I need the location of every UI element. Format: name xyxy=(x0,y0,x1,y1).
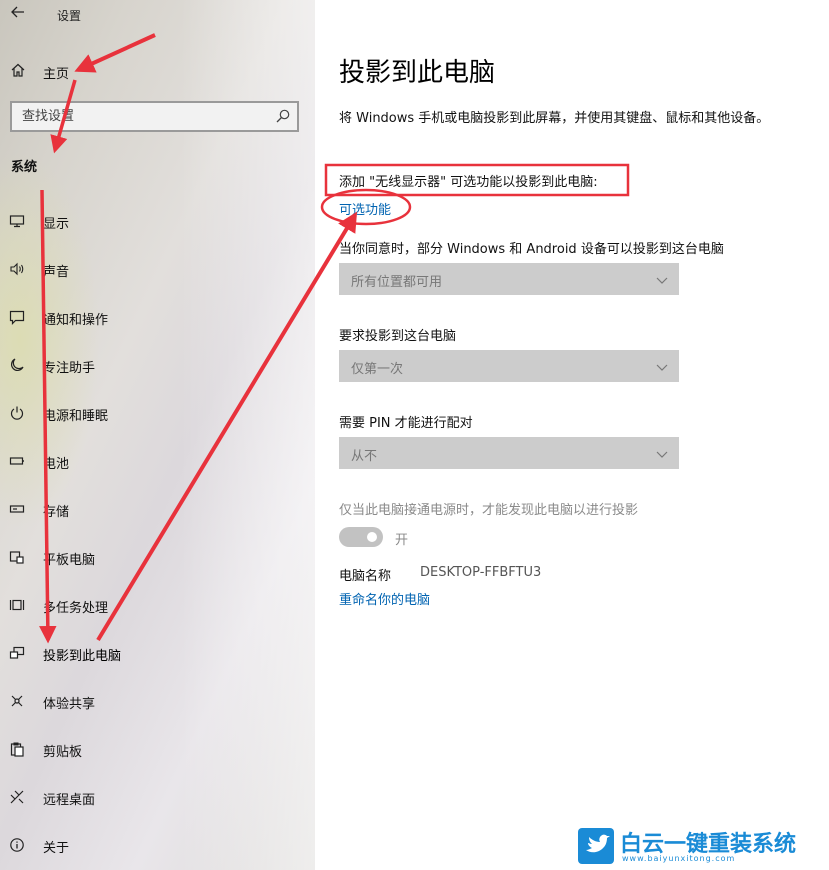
sidebar-item-battery[interactable]: 电池 xyxy=(0,445,315,479)
storage-icon xyxy=(9,501,27,519)
dropdown-value: 仅第一次 xyxy=(351,362,404,377)
sidebar-item-label: 专注助手 xyxy=(43,361,96,376)
sidebar-item-label: 投影到此电脑 xyxy=(43,649,122,664)
notification-icon xyxy=(9,309,27,327)
project-icon xyxy=(9,645,27,663)
share-icon xyxy=(9,693,27,711)
back-arrow-icon[interactable] xyxy=(10,4,30,24)
bird-logo-icon xyxy=(578,828,614,864)
watermark-url: www.baiyunxitong.com xyxy=(622,854,736,863)
sidebar-item-storage[interactable]: 存储 xyxy=(0,493,315,527)
sidebar-item-clipboard[interactable]: 剪贴板 xyxy=(0,733,315,767)
speaker-icon xyxy=(9,261,27,279)
add-feature-text: 添加 "无线显示器" 可选功能以投影到此电脑: xyxy=(339,175,598,190)
sidebar-item-label: 电池 xyxy=(43,457,70,472)
sidebar-item-sound[interactable]: 声音 xyxy=(0,253,315,287)
dropdown-value: 所有位置都可用 xyxy=(351,275,443,290)
sidebar-item-label: 平板电脑 xyxy=(43,553,96,568)
power-icon xyxy=(9,405,27,423)
require-pin-dropdown[interactable]: 从不 xyxy=(339,437,679,469)
main-content: 投影到此电脑 将 Windows 手机或电脑投影到此屏幕，并使用其键盘、鼠标和其… xyxy=(315,0,829,870)
tablet-icon xyxy=(9,549,27,567)
sidebar: 设置 主页 系统 显示 声音 通知和操作 专注助手 电源和睡眠 电池 xyxy=(0,0,315,870)
sidebar-item-display[interactable]: 显示 xyxy=(0,205,315,239)
sidebar-item-label: 通知和操作 xyxy=(43,313,109,328)
sidebar-item-focus-assist[interactable]: 专注助手 xyxy=(0,349,315,383)
watermark: 白云一键重装系统 www.baiyunxitong.com xyxy=(578,826,823,866)
monitor-icon xyxy=(9,213,27,231)
title-bar: 设置 xyxy=(0,0,315,30)
dropdown-value: 从不 xyxy=(351,449,378,464)
search-input[interactable] xyxy=(12,103,262,130)
section-title: 系统 xyxy=(11,160,38,175)
clipboard-icon xyxy=(9,741,27,759)
rename-pc-link[interactable]: 重命名你的电脑 xyxy=(339,589,430,608)
chevron-down-icon xyxy=(655,446,669,460)
sidebar-item-remote-desktop[interactable]: 远程桌面 xyxy=(0,781,315,815)
toggle-state-label: 开 xyxy=(395,533,409,548)
setting3-label: 需要 PIN 才能进行配对 xyxy=(339,416,473,431)
sidebar-item-label: 声音 xyxy=(43,265,70,280)
info-icon xyxy=(9,837,27,855)
power-setting-label: 仅当此电脑接通电源时，才能发现此电脑以进行投影 xyxy=(339,503,639,518)
app-title: 设置 xyxy=(57,9,82,23)
page-title: 投影到此电脑 xyxy=(339,58,496,88)
sidebar-item-label: 体验共享 xyxy=(43,697,96,712)
sidebar-item-label: 存储 xyxy=(43,505,70,520)
sidebar-item-label: 电源和睡眠 xyxy=(43,409,109,424)
sidebar-item-label: 多任务处理 xyxy=(43,601,109,616)
sidebar-item-label: 显示 xyxy=(43,217,70,232)
moon-icon xyxy=(9,357,27,375)
chevron-down-icon xyxy=(655,272,669,286)
setting1-label: 当你同意时，部分 Windows 和 Android 设备可以投影到这台电脑 xyxy=(339,242,724,257)
chevron-down-icon xyxy=(655,359,669,373)
sidebar-item-home[interactable]: 主页 xyxy=(0,57,315,87)
sidebar-item-tablet[interactable]: 平板电脑 xyxy=(0,541,315,575)
sidebar-item-shared-experiences[interactable]: 体验共享 xyxy=(0,685,315,719)
availability-dropdown[interactable]: 所有位置都可用 xyxy=(339,263,679,295)
page-description: 将 Windows 手机或电脑投影到此屏幕，并使用其键盘、鼠标和其他设备。 xyxy=(339,111,770,126)
sidebar-item-label: 主页 xyxy=(43,67,70,82)
pc-name-value: DESKTOP-FFBFTU3 xyxy=(420,565,542,580)
remote-icon xyxy=(9,789,27,807)
sidebar-item-power[interactable]: 电源和睡眠 xyxy=(0,397,315,431)
setting2-label: 要求投影到这台电脑 xyxy=(339,329,457,344)
sidebar-item-project-to-pc[interactable]: 投影到此电脑 xyxy=(0,637,315,671)
sidebar-item-label: 剪贴板 xyxy=(43,745,83,760)
toggle-knob xyxy=(367,532,377,542)
sidebar-item-multitasking[interactable]: 多任务处理 xyxy=(0,589,315,623)
power-toggle[interactable] xyxy=(339,527,383,547)
multitask-icon xyxy=(9,597,27,615)
optional-features-link[interactable]: 可选功能 xyxy=(339,199,391,218)
search-icon[interactable] xyxy=(275,108,291,124)
sidebar-item-notifications[interactable]: 通知和操作 xyxy=(0,301,315,335)
ask-to-project-dropdown[interactable]: 仅第一次 xyxy=(339,350,679,382)
sidebar-item-label: 关于 xyxy=(43,841,70,856)
search-box[interactable] xyxy=(10,101,299,132)
pc-name-label: 电脑名称 xyxy=(339,569,392,584)
sidebar-item-about[interactable]: 关于 xyxy=(0,829,315,863)
battery-icon xyxy=(9,453,27,471)
home-icon xyxy=(10,62,28,80)
sidebar-item-label: 远程桌面 xyxy=(43,793,96,808)
